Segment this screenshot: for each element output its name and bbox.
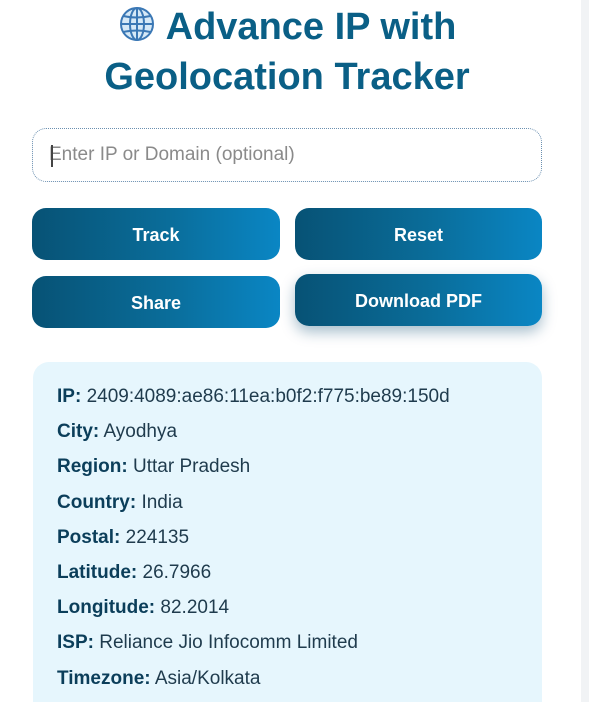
result-card: IP: 2409:4089:ae86:11ea:b0f2:f775:be89:1… bbox=[33, 362, 542, 702]
info-label: Country: bbox=[57, 491, 137, 513]
info-label: ISP: bbox=[57, 632, 94, 654]
info-value: 2409:4089:ae86:11ea:b0f2:f775:be89:150d bbox=[86, 386, 450, 407]
info-value: Reliance Jio Infocomm Limited bbox=[99, 632, 358, 654]
info-row-country: Country: India bbox=[57, 492, 518, 527]
info-row-longitude: Longitude: 82.2014 bbox=[57, 597, 518, 632]
track-button[interactable]: Track bbox=[32, 208, 280, 260]
info-row-latitude: Latitude: 26.7966 bbox=[57, 562, 518, 597]
info-row-timezone: Timezone: Asia/Kolkata bbox=[57, 668, 518, 702]
info-row-region: Region: Uttar Pradesh bbox=[57, 456, 518, 491]
info-value: 82.2014 bbox=[160, 597, 230, 619]
text-caret bbox=[51, 145, 53, 167]
info-value: 26.7966 bbox=[142, 561, 212, 583]
info-row-postal: Postal: 224135 bbox=[57, 527, 518, 562]
info-row-isp: ISP: Reliance Jio Infocomm Limited bbox=[57, 632, 518, 667]
share-button[interactable]: Share bbox=[32, 276, 280, 328]
download-pdf-button[interactable]: Download PDF bbox=[295, 274, 542, 326]
ip-domain-input[interactable] bbox=[33, 129, 541, 181]
info-value: Asia/Kolkata bbox=[154, 667, 261, 689]
info-label: Region: bbox=[57, 456, 128, 478]
title-line-1: Advance IP with bbox=[165, 6, 457, 48]
search-field[interactable] bbox=[32, 128, 542, 182]
title-line-2: Geolocation Tracker bbox=[104, 56, 470, 98]
info-label: Timezone: bbox=[57, 667, 151, 689]
info-label: Postal: bbox=[57, 526, 121, 548]
info-value: Uttar Pradesh bbox=[133, 456, 251, 478]
info-label: IP: bbox=[57, 386, 82, 407]
info-value: 224135 bbox=[125, 526, 190, 548]
scrollbar-track[interactable] bbox=[581, 0, 589, 702]
info-row-city: City: Ayodhya bbox=[57, 421, 518, 456]
info-value: India bbox=[141, 491, 183, 513]
page: Advance IP with Geolocation Tracker Trac… bbox=[0, 0, 589, 702]
info-label: Latitude: bbox=[57, 561, 138, 583]
info-row-ip: IP: 2409:4089:ae86:11ea:b0f2:f775:be89:1… bbox=[57, 386, 518, 421]
reset-button[interactable]: Reset bbox=[295, 208, 542, 260]
info-label: City: bbox=[57, 421, 100, 443]
info-label: Longitude: bbox=[57, 597, 156, 619]
info-value: Ayodhya bbox=[103, 421, 178, 443]
globe-icon bbox=[118, 5, 156, 43]
page-title: Advance IP with Geolocation Tracker bbox=[0, 2, 574, 102]
